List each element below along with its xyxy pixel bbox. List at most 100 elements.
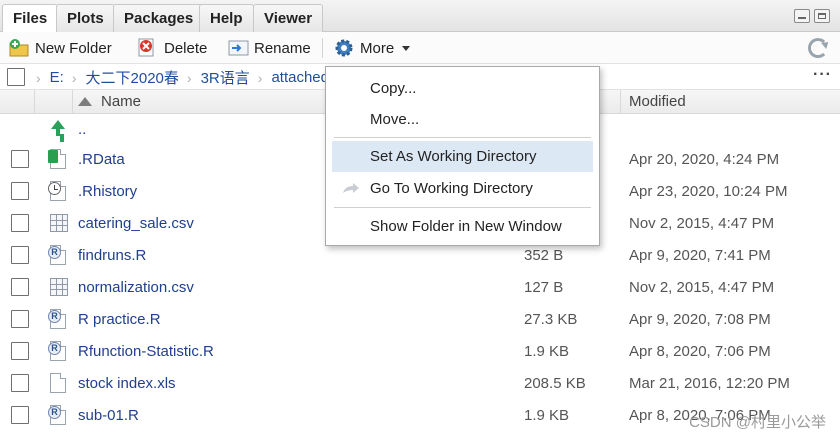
sort-ascending-icon [78,97,92,106]
history-icon [48,180,68,202]
column-divider [620,90,621,114]
tab-help[interactable]: Help [199,4,254,32]
file-name[interactable]: R practice.R [78,311,161,328]
file-modified: Apr 9, 2020, 7:08 PM [629,311,771,328]
new-folder-icon [9,38,29,58]
breadcrumb-separator-icon: › [36,69,41,86]
breadcrumb-item[interactable]: 大二下2020春 [86,67,179,88]
breadcrumb-separator-icon: › [257,69,263,86]
name-column-header[interactable]: Name [101,90,141,114]
column-divider [34,90,35,114]
rdata-icon [48,148,68,170]
file-checkbox[interactable] [11,342,29,360]
modified-column-header[interactable]: Modified [629,90,686,114]
file-size: 352 B [524,247,564,264]
file-row[interactable]: normalization.csv 127 B Nov 2, 2015, 4:4… [0,272,840,304]
breadcrumb-item[interactable]: attached [271,69,329,86]
file-size: 127 B [524,279,564,296]
file-checkbox[interactable] [11,310,29,328]
files-toolbar: New Folder Delete Rename More [0,32,840,64]
file-checkbox[interactable] [11,246,29,264]
file-modified: Nov 2, 2015, 4:47 PM [629,279,775,296]
breadcrumb-item[interactable]: E: [50,69,64,86]
r-script-icon: R [48,340,68,362]
file-checkbox[interactable] [11,150,29,168]
menu-separator [334,207,591,208]
select-all-checkbox[interactable] [7,68,25,86]
file-checkbox[interactable] [11,182,29,200]
toolbar-separator [322,38,323,58]
up-directory-icon [48,118,68,140]
file-modified: Nov 2, 2015, 4:47 PM [629,215,775,232]
more-label: More [360,39,395,57]
file-checkbox[interactable] [11,406,29,424]
file-size: 1.9 KB [524,407,570,424]
rename-icon [228,38,249,58]
file-checkbox[interactable] [11,374,29,392]
file-row[interactable]: R Rfunction-Statistic.R 1.9 KB Apr 8, 20… [0,336,840,368]
more-dropdown-menu: Copy... Move... Set As Working Directory… [325,66,600,246]
new-folder-label: New Folder [35,39,112,57]
r-script-icon: R [48,244,68,266]
file-row[interactable]: stock index.xls 208.5 KB Mar 21, 2016, 1… [0,368,840,400]
rename-label: Rename [254,39,311,57]
menu-separator [334,137,591,138]
r-script-icon: R [48,308,68,330]
more-button[interactable]: More [334,36,411,60]
delete-icon [138,38,158,58]
delete-button[interactable]: Delete [138,36,207,60]
file-checkbox[interactable] [11,278,29,296]
csv-icon [48,276,68,298]
tab-files[interactable]: Files [2,4,59,33]
file-size: 27.3 KB [524,311,578,328]
menu-item-label: Go To Working Directory [370,180,533,197]
menu-item-move[interactable]: Move... [332,104,593,135]
file-name[interactable]: catering_sale.csv [78,215,194,232]
maximize-pane-button[interactable] [814,9,830,23]
tab-viewer[interactable]: Viewer [253,4,324,32]
file-size: 1.9 KB [524,343,570,360]
rename-button[interactable]: Rename [228,36,311,60]
file-icon [48,372,68,394]
r-script-icon: R [48,404,68,426]
file-name[interactable]: .Rhistory [78,183,137,200]
menu-item-copy[interactable]: Copy... [332,73,593,104]
file-name[interactable]: sub-01.R [78,407,139,424]
file-modified: Apr 20, 2020, 4:24 PM [629,151,780,168]
chevron-down-icon [402,45,411,51]
file-name[interactable]: .. [78,121,86,138]
file-checkbox[interactable] [11,214,29,232]
file-name[interactable]: .RData [78,151,125,168]
more-options-icon[interactable]: ··· [813,66,832,84]
file-modified: Apr 9, 2020, 7:41 PM [629,247,771,264]
file-name[interactable]: stock index.xls [78,375,176,392]
tab-packages[interactable]: Packages [113,4,205,32]
go-to-arrow-icon [343,183,359,193]
new-folder-button[interactable]: New Folder [9,36,112,60]
file-modified: Apr 8, 2020, 7:06 PM [629,343,771,360]
menu-item-set-working-directory[interactable]: Set As Working Directory [332,141,593,172]
breadcrumb-item[interactable]: 3R语言 [201,67,250,88]
csv-icon [48,212,68,234]
menu-item-go-to-working-directory[interactable]: Go To Working Directory [332,173,593,204]
window-controls [794,9,830,23]
menu-item-show-folder-new-window[interactable]: Show Folder in New Window [332,211,593,242]
file-name[interactable]: normalization.csv [78,279,194,296]
delete-label: Delete [164,39,208,57]
tab-plots[interactable]: Plots [56,4,115,32]
file-modified: Mar 21, 2016, 12:20 PM [629,375,790,392]
gear-icon [334,38,354,58]
file-name[interactable]: findruns.R [78,247,146,264]
watermark-text: CSDN @村里小公举 [689,414,826,431]
file-row[interactable]: R R practice.R 27.3 KB Apr 9, 2020, 7:08… [0,304,840,336]
pane-tab-bar: Files Plots Packages Help Viewer [0,0,840,33]
file-modified: Apr 23, 2020, 10:24 PM [629,183,788,200]
breadcrumb-separator-icon: › [186,69,192,86]
breadcrumb-path: › E: › 大二下2020春 › 3R语言 › attached [36,67,329,88]
file-size: 208.5 KB [524,375,586,392]
column-divider [72,90,73,114]
breadcrumb-separator-icon: › [71,69,77,86]
file-name[interactable]: Rfunction-Statistic.R [78,343,214,360]
minimize-pane-button[interactable] [794,9,810,23]
refresh-icon[interactable] [808,38,828,58]
